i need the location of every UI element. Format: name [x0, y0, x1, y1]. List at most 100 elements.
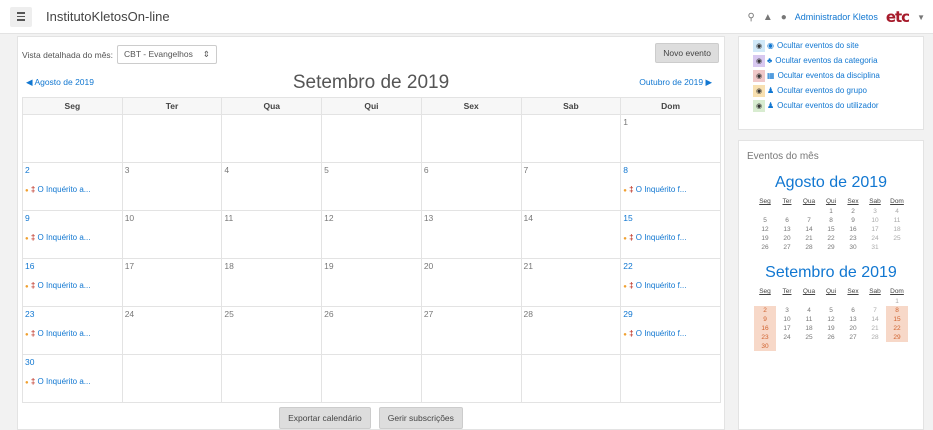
mini-day[interactable]: 22 — [886, 324, 908, 333]
mini-day — [776, 297, 798, 306]
event-dot-icon: ● — [25, 380, 29, 386]
month-events-block: Eventos do mês Agosto de 2019 Seg Ter Qua Qu… — [738, 140, 924, 430]
calendar-day-cell[interactable]: 5 — [321, 162, 422, 211]
menu-toggle-button[interactable] — [10, 6, 32, 27]
site-name-link[interactable]: InstitutoKletosOn-line — [46, 9, 170, 24]
globe-icon: ◉ — [767, 41, 774, 50]
calendar-day-cell[interactable]: 9 ● ‡ O Inquérito a... — [22, 210, 123, 259]
calendar-day-cell[interactable]: 3 — [121, 162, 223, 211]
calendar-day-cell[interactable]: 17 — [121, 258, 223, 307]
calendar-event-link[interactable]: ● ‡ O Inquérito f... — [623, 185, 718, 194]
calendar-day-cell[interactable]: 23 ● ‡ O Inquérito a... — [22, 306, 123, 355]
calendar-day-cell[interactable]: 1 — [620, 114, 721, 163]
mini-day[interactable]: 30 — [754, 342, 776, 351]
calendar-day-cell[interactable]: 7 — [520, 162, 622, 211]
manage-subscriptions-button[interactable]: Gerir subscrições — [378, 407, 463, 429]
calendar-day-cell[interactable]: 27 — [420, 306, 522, 355]
mini-week-row: 1 — [754, 297, 908, 306]
day-number[interactable]: 16 — [25, 261, 120, 271]
calendar-day-cell[interactable]: 15 ● ‡ O Inquérito f... — [620, 210, 721, 259]
calendar-day-cell[interactable]: 30 ● ‡ O Inquérito a... — [22, 354, 123, 403]
calendar-day-cell[interactable]: 12 — [321, 210, 422, 259]
hamburger-line — [17, 19, 25, 21]
day-number[interactable]: 23 — [25, 309, 120, 319]
mini-week-row: 1 2 3 4 — [754, 207, 908, 216]
day-number[interactable]: 30 — [25, 357, 120, 367]
calendar-event-link[interactable]: ● ‡ O Inquérito a... — [25, 185, 120, 194]
calendar-day-cell[interactable]: 19 — [321, 258, 422, 307]
legend-toggle[interactable]: ◉ ♟ Ocultar eventos do grupo — [739, 84, 923, 97]
calendar-event-link[interactable]: ● ‡ O Inquérito f... — [623, 329, 718, 338]
mini-day[interactable]: 23 — [754, 333, 776, 342]
calendar-day-cell[interactable]: 26 — [321, 306, 422, 355]
mini-week-row: 9 10 11 12 13 14 15 — [754, 315, 908, 324]
day-number[interactable]: 9 — [25, 213, 120, 223]
search-icon[interactable]: ⚲ — [748, 12, 755, 23]
calendar-day-cell[interactable]: 25 — [221, 306, 323, 355]
calendar-day-cell[interactable]: 14 — [520, 210, 622, 259]
calendar-day-cell[interactable]: 28 — [520, 306, 622, 355]
next-month-link[interactable]: Outubro de 2019 ▶ — [639, 77, 712, 88]
event-title: O Inquérito a... — [37, 185, 91, 194]
calendar-day-cell — [620, 354, 721, 403]
mini-month-title[interactable]: Agosto de 2019 — [739, 174, 923, 192]
calendar-day-cell[interactable]: 20 — [420, 258, 522, 307]
eye-icon: ◉ — [753, 84, 765, 97]
assignment-icon: ‡ — [30, 233, 36, 242]
calendar-event-link[interactable]: ● ‡ O Inquérito f... — [623, 233, 718, 242]
mini-day[interactable]: 16 — [754, 324, 776, 333]
select-arrows-icon: ⇕ — [202, 49, 210, 59]
mini-day: 23 — [849, 235, 857, 242]
calendar-event-link[interactable]: ● ‡ O Inquérito a... — [25, 233, 120, 242]
legend-toggle[interactable]: ◉ ◉ Ocultar eventos do site — [739, 39, 923, 52]
legend-toggle[interactable]: ◉ ▦ Ocultar eventos da disciplina — [739, 69, 923, 82]
calendar-day-cell — [420, 354, 522, 403]
calendar-day-cell[interactable]: 10 — [121, 210, 223, 259]
calendar-day-cell[interactable]: 11 — [221, 210, 323, 259]
day-number[interactable]: 22 — [623, 261, 718, 271]
calendar-day-cell[interactable]: 6 — [420, 162, 522, 211]
mini-weekday: Ter — [782, 288, 792, 295]
calendar-event-link[interactable]: ● ‡ O Inquérito a... — [25, 329, 120, 338]
calendar-day-cell[interactable]: 13 — [420, 210, 522, 259]
calendar-day-cell[interactable]: 29 ● ‡ O Inquérito f... — [620, 306, 721, 355]
calendar-day-cell[interactable]: 22 ● ‡ O Inquérito f... — [620, 258, 721, 307]
calendar-day-cell[interactable]: 21 — [520, 258, 622, 307]
day-number[interactable]: 2 — [25, 165, 120, 175]
calendar-day-cell[interactable]: 8 ● ‡ O Inquérito f... — [620, 162, 721, 211]
user-avatar-logo[interactable]: etc — [886, 8, 910, 26]
calendar-event-link[interactable]: ● ‡ O Inquérito a... — [25, 377, 120, 386]
mini-day[interactable]: 29 — [886, 333, 908, 342]
mini-day: 6 — [851, 307, 855, 314]
chevron-down-icon[interactable]: ▼ — [917, 13, 925, 22]
calendar-day-cell[interactable]: 24 — [121, 306, 223, 355]
mini-day[interactable]: 9 — [754, 315, 776, 324]
day-number[interactable]: 15 — [623, 213, 718, 223]
calendar-day-cell[interactable]: 4 — [221, 162, 323, 211]
mini-month-title[interactable]: Setembro de 2019 — [739, 264, 923, 282]
course-select[interactable]: CBT - Evangelhos ⇕ — [117, 45, 217, 64]
calendar-event-link[interactable]: ● ‡ O Inquérito a... — [25, 281, 120, 290]
calendar-day-cell — [121, 114, 223, 163]
day-number[interactable]: 8 — [623, 165, 718, 175]
day-number[interactable]: 29 — [623, 309, 718, 319]
user-name[interactable]: Administrador Kletos — [795, 12, 878, 22]
calendar-day-cell[interactable]: 16 ● ‡ O Inquérito a... — [22, 258, 123, 307]
calendar-day-cell[interactable]: 18 — [221, 258, 323, 307]
assignment-icon: ‡ — [629, 233, 634, 242]
mini-day[interactable]: 2 — [754, 306, 776, 315]
legend-toggle[interactable]: ◉ ♣ Ocultar eventos da categoria — [739, 54, 923, 67]
messages-icon[interactable]: ● — [781, 12, 787, 23]
calendar-event-link[interactable]: ● ‡ O Inquérito f... — [623, 281, 718, 290]
new-event-button[interactable]: Novo evento — [655, 43, 719, 63]
day-number: 17 — [124, 261, 135, 271]
mini-day[interactable]: 15 — [886, 315, 908, 324]
mini-week-row: 23 24 25 26 27 28 29 — [754, 333, 908, 342]
export-calendar-button[interactable]: Exportar calendário — [279, 407, 371, 429]
notifications-icon[interactable]: ▲ — [763, 12, 773, 23]
mini-day[interactable]: 8 — [886, 306, 908, 315]
calendar-day-cell[interactable]: 2 ● ‡ O Inquérito a... — [22, 162, 123, 211]
assignment-icon: ‡ — [629, 281, 634, 290]
legend-toggle[interactable]: ◉ ♟ Ocultar eventos do utilizador — [739, 99, 923, 112]
mini-day: 19 — [827, 325, 835, 332]
